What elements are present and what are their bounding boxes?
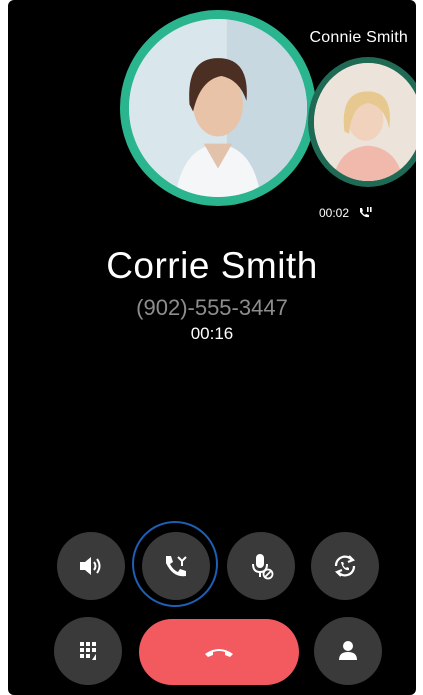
contact-icon (339, 641, 357, 660)
secondary-call-duration: 00:02 (319, 206, 350, 220)
speaker-button[interactable] (57, 532, 125, 600)
end-call-button[interactable] (139, 619, 299, 685)
caller-name: Corrie Smith (106, 245, 318, 286)
secondary-call-timer: 00:02 (319, 206, 373, 220)
dialpad-button[interactable] (54, 617, 122, 685)
caller-number: (902)-555-3447 (136, 295, 288, 320)
contact-button[interactable] (314, 617, 382, 685)
speaker-icon (80, 557, 101, 575)
swap-call-button[interactable] (311, 532, 379, 600)
merge-call-icon (166, 556, 187, 577)
swap-call-icon (334, 555, 356, 577)
secondary-caller-avatar[interactable] (308, 57, 416, 187)
mute-mic-icon (252, 554, 274, 580)
merge-call-button[interactable] (142, 532, 210, 600)
dialpad-icon (80, 642, 96, 660)
end-call-icon (205, 649, 233, 657)
call-timer: 00:16 (190, 324, 234, 343)
mute-button[interactable] (227, 532, 295, 600)
call-screen: Connie Smith 00:02 Corrie Smith (902)-55… (8, 0, 416, 695)
caller-avatar (120, 10, 316, 206)
call-on-hold-icon (357, 206, 373, 220)
secondary-caller-name: Connie Smith (309, 29, 408, 46)
